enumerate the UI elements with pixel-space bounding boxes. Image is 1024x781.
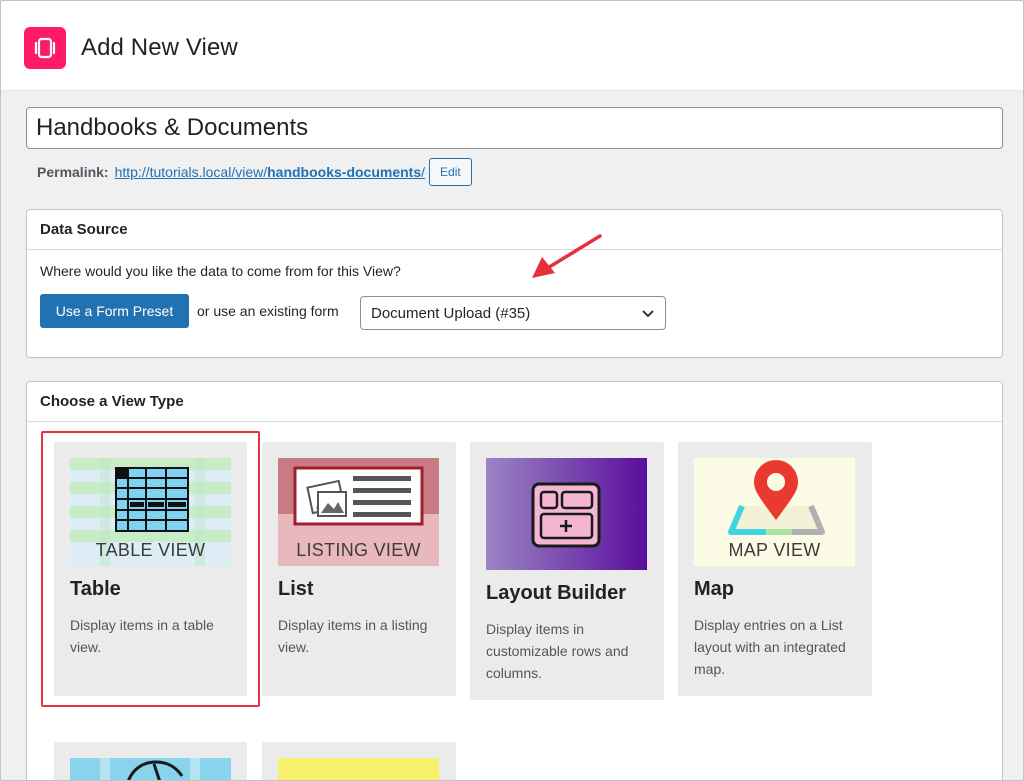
data-source-heading: Data Source [27, 210, 1002, 250]
permalink-label: Permalink: [37, 164, 109, 180]
selected-form-value: Document Upload (#35) [371, 304, 531, 322]
card-desc-map: Display entries on a List layout with an… [694, 617, 846, 677]
card-title-layout-builder: Layout Builder [486, 582, 627, 604]
listing-view-thumb-label: LISTING VIEW [296, 540, 421, 560]
map-view-thumbnail: MAP VIEW [694, 458, 855, 566]
map-view-thumb-label: MAP VIEW [728, 540, 821, 560]
page-title: Add New View [81, 34, 238, 61]
card-thumbnail-partial-1 [70, 758, 231, 780]
listing-view-thumbnail: LISTING VIEW [278, 458, 439, 566]
data-source-panel: Data Source Where would you like the dat… [26, 209, 1003, 358]
view-type-heading: Choose a View Type [27, 382, 1002, 422]
window-frame: Add New View Handbooks & Documents Perma… [0, 0, 1024, 781]
view-title-input[interactable]: Handbooks & Documents [26, 107, 1003, 149]
permalink-row: Permalink: http://tutorials.local/view/h… [37, 158, 472, 186]
permalink-link[interactable]: http://tutorials.local/view/handbooks-do… [115, 164, 425, 180]
view-type-card-list[interactable]: LISTING VIEW List Display items in a lis… [262, 442, 456, 696]
use-form-preset-button[interactable]: Use a Form Preset [40, 294, 189, 328]
selected-card-highlight [41, 431, 260, 707]
view-type-card-layout-builder[interactable]: Layout Builder Display items in customiz… [470, 442, 664, 700]
card-title-map: Map [694, 578, 734, 600]
view-type-card-partial-1[interactable] [54, 742, 247, 780]
existing-form-select[interactable]: Document Upload (#35) [360, 296, 666, 330]
existing-form-label: or use an existing form [197, 303, 339, 319]
chevron-down-icon [642, 310, 654, 318]
card-thumbnail-partial-2 [278, 758, 439, 780]
permalink-edit-button[interactable]: Edit [429, 158, 472, 186]
data-source-question: Where would you like the data to come fr… [40, 263, 401, 279]
view-type-card-map[interactable]: MAP VIEW Map Display entries on a List l… [678, 442, 872, 696]
page-header: Add New View [1, 1, 1023, 91]
permalink-url-base: http://tutorials.local/view/ [114, 164, 268, 180]
card-title-list: List [278, 578, 314, 600]
permalink-url-end: / [421, 164, 426, 180]
permalink-slug: handbooks-documents [267, 164, 422, 180]
card-desc-list: Display items in a listing view. [278, 617, 428, 655]
annotation-arrow-icon [532, 234, 602, 278]
view-type-card-partial-2[interactable] [262, 742, 456, 780]
layout-builder-thumbnail [486, 458, 647, 570]
gravityview-logo-icon [24, 27, 66, 69]
card-desc-layout-builder: Display items in customizable rows and c… [486, 621, 629, 681]
